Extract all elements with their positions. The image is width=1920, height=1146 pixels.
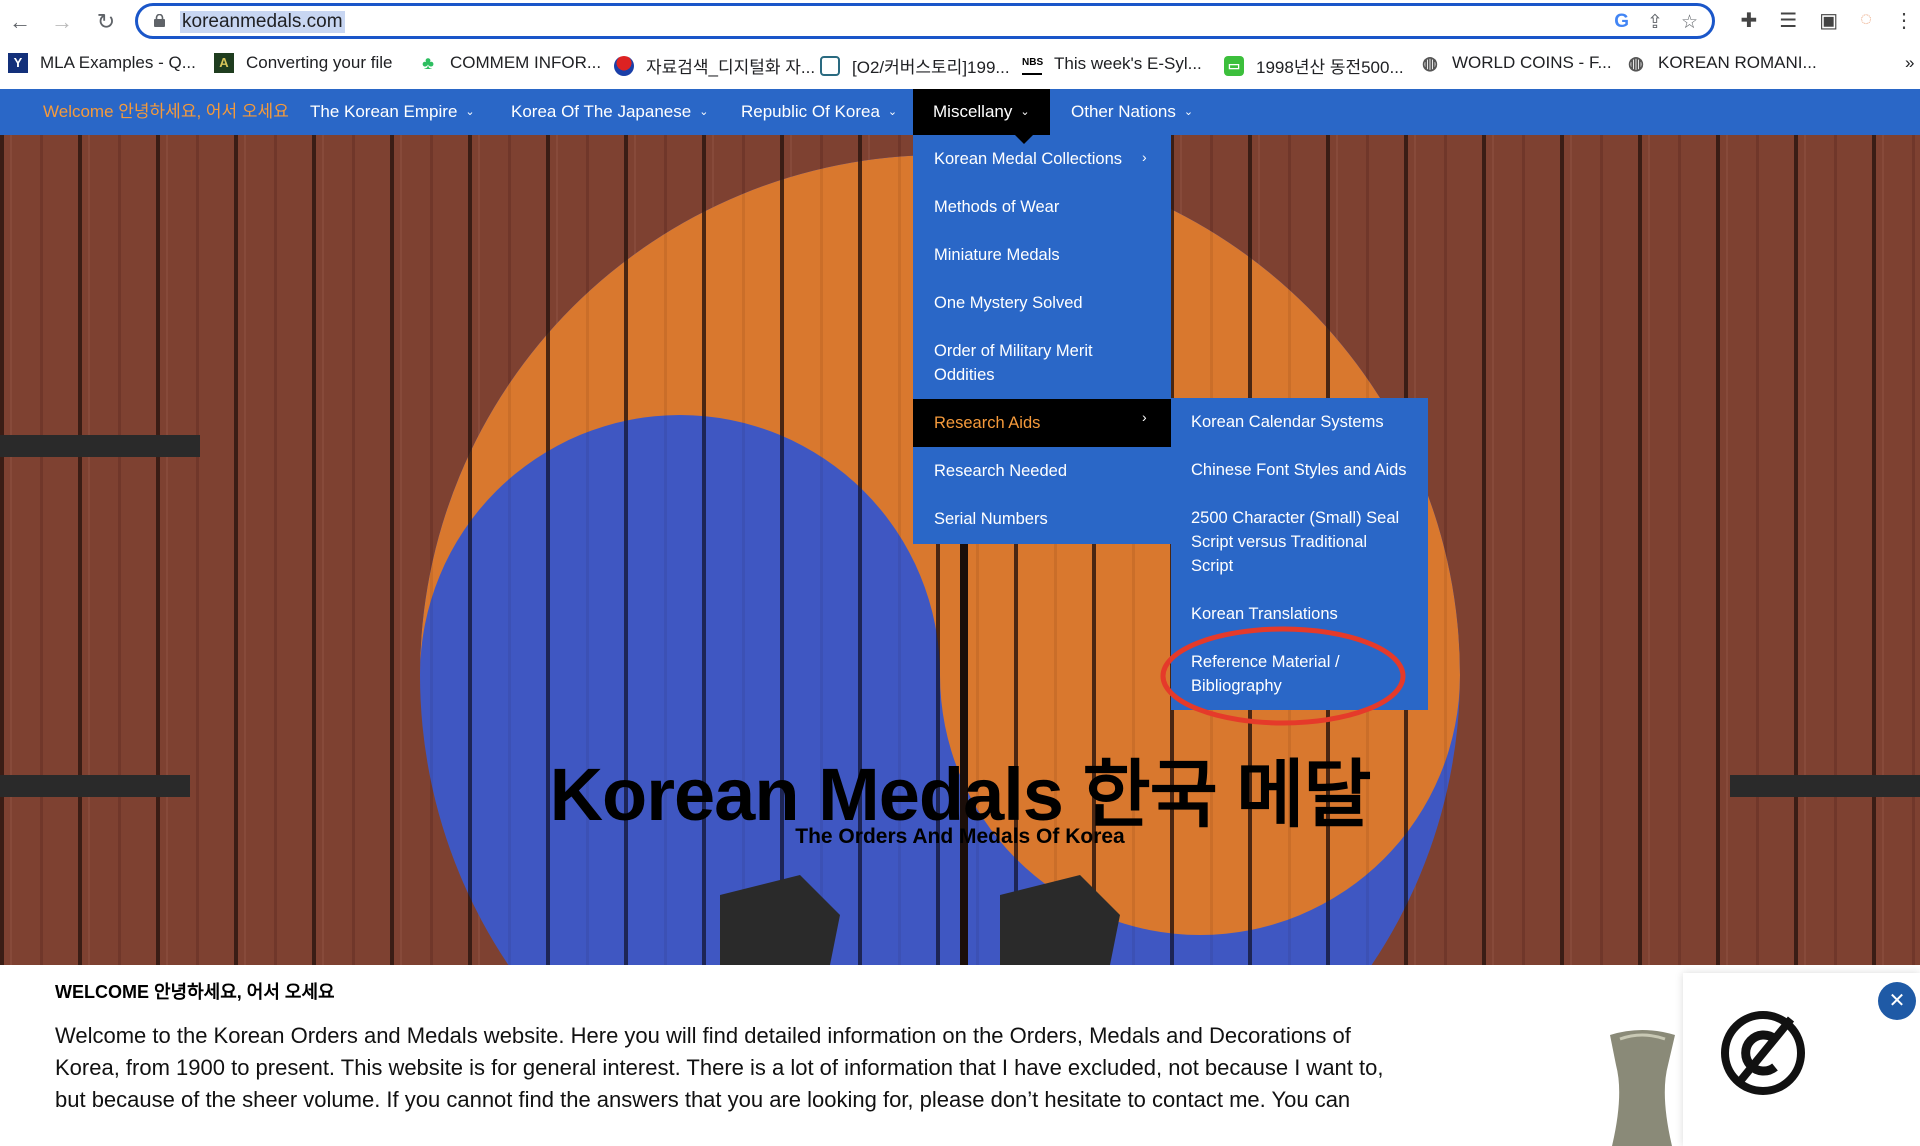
submenu-chinese-font-styles[interactable]: Chinese Font Styles and Aids [1171, 458, 1428, 482]
chevron-down-icon: ⌄ [1020, 106, 1030, 118]
submenu-korean-translations[interactable]: Korean Translations [1171, 602, 1428, 626]
address-bar[interactable]: koreanmedals.com G ⇪ ☆ [135, 3, 1715, 39]
bookmark-item[interactable]: ♣ COMMEM INFOR... [418, 53, 601, 73]
menu-item-miniature-medals[interactable]: Miniature Medals [913, 243, 1171, 267]
back-arrow-icon[interactable]: ← [6, 8, 34, 36]
chevron-down-icon: ⌄ [1183, 106, 1194, 118]
bookmark-label: This week's E-Syl... [1054, 54, 1202, 73]
forward-arrow-icon[interactable]: → [48, 8, 76, 36]
bookmark-label: [O2/커버스토리]199... [852, 58, 1010, 77]
medal-image [1610, 1030, 1675, 1146]
bookmark-label: WORLD COINS - F... [1452, 53, 1612, 72]
nbs-icon: NBS [1022, 53, 1043, 75]
menu-item-serial-numbers[interactable]: Serial Numbers [913, 507, 1171, 531]
reload-icon[interactable]: ↻ [92, 8, 120, 36]
miscellany-dropdown: Korean Medal Collections › Methods of We… [913, 135, 1171, 544]
bookmark-item[interactable]: [O2/커버스토리]199... [820, 53, 1010, 78]
nav-korea-japanese[interactable]: Korea Of The Japanese ⌄ [511, 89, 708, 135]
globe-icon: ◍ [1422, 53, 1438, 73]
nav-label: Miscellany [933, 102, 1013, 121]
lock-icon [154, 14, 165, 27]
welcome-paragraph: Welcome to the Korean Orders and Medals … [55, 1023, 1384, 1112]
bookmark-label: 자료검색_디지털화 자... [646, 58, 816, 77]
chat-icon: ▭ [1224, 55, 1244, 76]
nav-label: Republic Of Korea [741, 102, 880, 121]
chevron-right-icon: › [1142, 409, 1147, 425]
menu-item-methods-of-wear[interactable]: Methods of Wear [913, 195, 1171, 219]
share-icon[interactable]: ⇪ [1647, 11, 1663, 34]
nav-label: Korea Of The Japanese [511, 102, 692, 121]
site-nav: Welcome 안녕하세요, 어서 오세요 The Korean Empire ⌄… [0, 89, 1920, 135]
nav-korean-empire[interactable]: The Korean Empire ⌄ [310, 89, 475, 135]
google-icon[interactable]: G [1614, 11, 1629, 34]
korea-flag-icon [614, 55, 634, 76]
menu-icon[interactable]: ⋮ [1894, 8, 1914, 33]
menu-item-order-military-merit[interactable]: Order of Military Merit Oddities [913, 339, 1134, 387]
nav-miscellany[interactable]: Miscellany ⌄ [913, 89, 1050, 135]
menu-item-label: Research Aids [934, 414, 1041, 432]
bookmark-label: KOREAN ROMANI... [1658, 53, 1817, 72]
bookmark-item[interactable]: 자료검색_디지털화 자... [614, 53, 815, 78]
menu-item-research-aids[interactable]: Research Aids [913, 399, 1171, 447]
more-bookmarks-button[interactable]: » [1905, 53, 1914, 73]
browser-toolbar: ← → ↻ koreanmedals.com G ⇪ ☆ ✚ ☰ ▣ ◌ ⋮ [0, 0, 1920, 44]
welcome-heading: WELCOME 안녕하세요, 어서 오세요 [55, 982, 335, 1002]
bookmark-label: COMMEM INFOR... [450, 53, 602, 72]
bookmark-label: 1998년산 동전500... [1256, 58, 1404, 77]
bookmark-item[interactable]: Y MLA Examples - Q... [8, 53, 196, 73]
chevron-right-icon: › [1142, 149, 1147, 165]
menu-item-research-needed[interactable]: Research Needed [913, 459, 1171, 483]
menu-item-korean-medal-collections[interactable]: Korean Medal Collections [913, 147, 1171, 171]
chevron-down-icon: ⌄ [699, 106, 709, 118]
bookmark-item[interactable]: NBS This week's E-Syl... [1022, 53, 1202, 75]
submenu-korean-calendar[interactable]: Korean Calendar Systems [1171, 410, 1428, 434]
nav-welcome-link[interactable]: Welcome 안녕하세요, 어서 오세요 [43, 89, 289, 135]
side-panel-icon[interactable]: ▣ [1819, 8, 1838, 33]
bookmarks-bar: Y MLA Examples - Q... A Converting your fi… [0, 44, 1920, 84]
bookmark-label: Converting your file [246, 53, 393, 72]
nav-label: The Korean Empire [310, 102, 458, 121]
chevron-down-icon: ⌄ [887, 106, 898, 118]
highlight-circle [1160, 626, 1406, 726]
nav-label: Other Nations [1071, 102, 1176, 121]
globe-icon: ◍ [1628, 53, 1644, 73]
yale-icon: Y [8, 53, 28, 73]
bookmark-item[interactable]: ◍ WORLD COINS - F... [1420, 53, 1612, 73]
nav-republic-korea[interactable]: Republic Of Korea ⌄ [741, 89, 897, 135]
converter-icon: A [214, 53, 234, 73]
url-text[interactable]: koreanmedals.com [180, 11, 345, 33]
star-icon[interactable]: ☆ [1681, 11, 1698, 34]
extensions-icon[interactable]: ✚ [1741, 8, 1758, 33]
close-icon[interactable]: ✕ [1878, 982, 1916, 1020]
submenu-seal-script[interactable]: 2500 Character (Small) Seal Script versu… [1171, 506, 1411, 578]
chevron-down-icon: ⌄ [465, 106, 475, 118]
bookmark-item[interactable]: ▭ 1998년산 동전500... [1224, 53, 1404, 78]
site-subtitle: The Orders And Medals Of Korea [795, 825, 1125, 848]
bookmark-item[interactable]: A Converting your file [214, 53, 392, 73]
reading-list-icon[interactable]: ☰ [1779, 8, 1797, 33]
menu-item-label: Korean Medal Collections [934, 150, 1123, 168]
page-content: WELCOME 안녕하세요, 어서 오세요 Welcome to the Kor… [0, 965, 1920, 1146]
nav-other-nations[interactable]: Other Nations ⌄ [1071, 89, 1193, 135]
profile-icon[interactable]: ◌ [1860, 8, 1872, 33]
globe-pattern-icon [820, 55, 840, 76]
no-copyright-icon [1721, 1011, 1805, 1095]
dropdown-pointer [1015, 135, 1033, 144]
bookmark-item[interactable]: ◍ KOREAN ROMANI... [1626, 53, 1817, 73]
menu-item-one-mystery-solved[interactable]: One Mystery Solved [913, 291, 1171, 315]
evernote-icon: ♣ [422, 53, 434, 73]
bookmark-label: MLA Examples - Q... [40, 53, 196, 72]
